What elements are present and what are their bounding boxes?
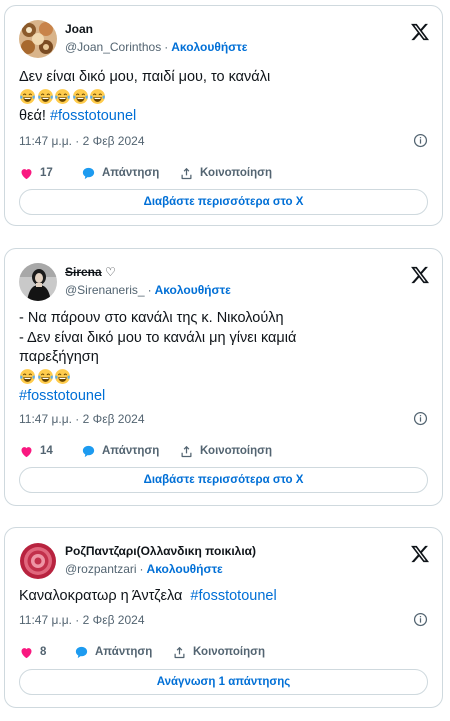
share-button[interactable]: Κοινοποίηση bbox=[172, 643, 265, 661]
avatar[interactable] bbox=[19, 20, 57, 58]
handle-line: @rozpantzari · Ακολουθήστε bbox=[65, 562, 223, 576]
tweet-card: Joan @Joan_Corinthos · Ακολουθήστε Δεν είν… bbox=[4, 5, 443, 226]
timestamp[interactable]: 11:47 μ.μ. · 2 Φεβ 2024 bbox=[19, 613, 145, 627]
reply-button[interactable]: Απάντηση bbox=[81, 442, 159, 460]
tweet-card: ΡοζΠαντζαρι(Ολλανδικη ποικιλια) @rozpant… bbox=[4, 527, 443, 708]
reply-button[interactable]: Απάντηση bbox=[74, 643, 152, 661]
like-button[interactable]: 8 bbox=[19, 643, 46, 661]
share-button[interactable]: Κοινοποίηση bbox=[179, 164, 272, 182]
laughing-tears-emoji bbox=[72, 88, 88, 104]
laughing-tears-emoji bbox=[20, 88, 35, 104]
tweet-text-line: Δεν είναι δικό μου, παιδί μου, το κανάλι bbox=[19, 69, 271, 85]
handle-line: @Joan_Corinthos · Ακολουθήστε bbox=[65, 40, 247, 54]
tweet-text-line: παρεξήγηση bbox=[19, 349, 99, 365]
tweet-text-fragment: θεά! bbox=[19, 108, 50, 124]
tweet-text: Δεν είναι δικό μου, παιδί μου, το κανάλι… bbox=[19, 68, 430, 127]
laughing-tears-emoji bbox=[37, 88, 53, 104]
tweet-header: Joan @Joan_Corinthos · Ακολουθήστε bbox=[19, 20, 430, 62]
user-handle[interactable]: @Sirenaneris_ bbox=[65, 283, 145, 297]
read-more-button[interactable]: Διαβάστε περισσότερα στο X bbox=[19, 189, 428, 215]
tweet-text-line: - Να πάρουν στο κανάλι της κ. Νικολούλη bbox=[19, 310, 284, 326]
hashtag-link[interactable]: #fosstotounel bbox=[190, 588, 276, 604]
share-icon bbox=[181, 167, 192, 179]
timestamp[interactable]: 11:47 μ.μ. · 2 Φεβ 2024 bbox=[19, 412, 145, 426]
like-button[interactable]: 14 bbox=[19, 442, 53, 460]
read-more-button[interactable]: Διαβάστε περισσότερα στο X bbox=[19, 467, 428, 493]
heart-icon bbox=[21, 168, 32, 179]
share-button[interactable]: Κοινοποίηση bbox=[179, 442, 272, 460]
reply-bubble-icon bbox=[75, 646, 88, 658]
laughing-tears-emoji bbox=[20, 368, 35, 384]
info-icon[interactable] bbox=[413, 133, 428, 148]
x-logo-icon[interactable] bbox=[410, 265, 430, 285]
share-label: Κοινοποίηση bbox=[200, 445, 272, 457]
tweet-text-fragment: Καναλοκρατωρ η Άντζελα bbox=[19, 588, 191, 604]
user-handle[interactable]: @Joan_Corinthos bbox=[65, 40, 161, 54]
share-icon bbox=[174, 646, 185, 658]
reply-label: Απάντηση bbox=[95, 646, 153, 658]
like-button[interactable]: 17 bbox=[19, 164, 53, 182]
separator: · bbox=[164, 40, 169, 54]
tweet-card: Sirena ♡ @Sirenaneris_ · Ακολουθήστε - Να … bbox=[4, 248, 443, 506]
heart-icon bbox=[21, 446, 32, 457]
user-handle[interactable]: @rozpantzari bbox=[65, 562, 137, 576]
avatar-image bbox=[19, 542, 57, 580]
separator: · bbox=[147, 283, 152, 297]
laughing-tears-emoji bbox=[55, 368, 70, 384]
share-label: Κοινοποίηση bbox=[193, 646, 265, 658]
tweet-actions: 8 Απάντηση Κοινοποίηση bbox=[19, 643, 428, 661]
follow-link[interactable]: Ακολουθήστε bbox=[155, 283, 231, 297]
tweet-text: Καναλοκρατωρ η Άντζελα #fosstotounel bbox=[19, 587, 430, 607]
tweet-actions: 17 Απάντηση Κοινοποίηση bbox=[19, 164, 428, 182]
laughing-tears-emoji bbox=[55, 88, 70, 104]
laughing-tears-emoji bbox=[37, 368, 53, 384]
display-name[interactable]: Sirena ♡ bbox=[65, 265, 116, 279]
like-count: 17 bbox=[40, 167, 53, 179]
tweet-text-line: - Δεν είναι δικό μου το κανάλι μη γίνει … bbox=[19, 329, 297, 346]
info-icon[interactable] bbox=[413, 411, 428, 426]
laughing-tears-emoji bbox=[90, 88, 105, 104]
tweet-header: Sirena ♡ @Sirenaneris_ · Ακολουθήστε bbox=[19, 263, 430, 305]
reply-bubble-icon bbox=[82, 167, 95, 179]
avatar[interactable] bbox=[19, 542, 57, 580]
read-replies-button[interactable]: Ανάγνωση 1 απάντησης bbox=[19, 669, 428, 695]
display-name-heart: ♡ bbox=[101, 265, 116, 279]
follow-link[interactable]: Ακολουθήστε bbox=[171, 40, 247, 54]
tweet-text: - Να πάρουν στο κανάλι της κ. Νικολούλη … bbox=[19, 309, 430, 407]
timestamp[interactable]: 11:47 μ.μ. · 2 Φεβ 2024 bbox=[19, 134, 145, 148]
hashtag-link[interactable]: #fosstotounel bbox=[50, 108, 136, 124]
tweet-header: ΡοζΠαντζαρι(Ολλανδικη ποικιλια) @rozpant… bbox=[19, 542, 430, 584]
tweet-text-line: Καναλοκρατωρ η Άντζελα #fosstotounel bbox=[19, 587, 430, 607]
avatar-image bbox=[19, 263, 57, 301]
handle-line: @Sirenaneris_ · Ακολουθήστε bbox=[65, 283, 231, 297]
separator: · bbox=[139, 562, 144, 576]
tweet-text-line: θεά! #fosstotounel bbox=[19, 107, 430, 127]
reply-bubble-icon bbox=[82, 445, 95, 457]
x-logo-icon[interactable] bbox=[410, 544, 430, 564]
tweet-actions: 14 Απάντηση Κοινοποίηση bbox=[19, 442, 428, 460]
emoji-row bbox=[19, 88, 430, 108]
avatar-image bbox=[19, 20, 57, 58]
avatar[interactable] bbox=[19, 263, 57, 301]
hashtag-link[interactable]: #fosstotounel bbox=[19, 387, 430, 407]
info-icon[interactable] bbox=[413, 612, 428, 627]
reply-button[interactable]: Απάντηση bbox=[81, 164, 159, 182]
display-name-text: Sirena bbox=[65, 265, 102, 279]
follow-link[interactable]: Ακολουθήστε bbox=[147, 562, 223, 576]
x-logo-icon[interactable] bbox=[410, 22, 430, 42]
share-label: Κοινοποίηση bbox=[200, 167, 272, 179]
display-name[interactable]: ΡοζΠαντζαρι(Ολλανδικη ποικιλια) bbox=[65, 544, 256, 558]
heart-icon bbox=[21, 647, 32, 658]
reply-label: Απάντηση bbox=[102, 445, 160, 457]
reply-label: Απάντηση bbox=[102, 167, 160, 179]
share-icon bbox=[181, 445, 192, 457]
emoji-row bbox=[19, 368, 430, 388]
like-count: 8 bbox=[40, 646, 47, 658]
display-name[interactable]: Joan bbox=[65, 22, 93, 36]
like-count: 14 bbox=[40, 445, 53, 457]
